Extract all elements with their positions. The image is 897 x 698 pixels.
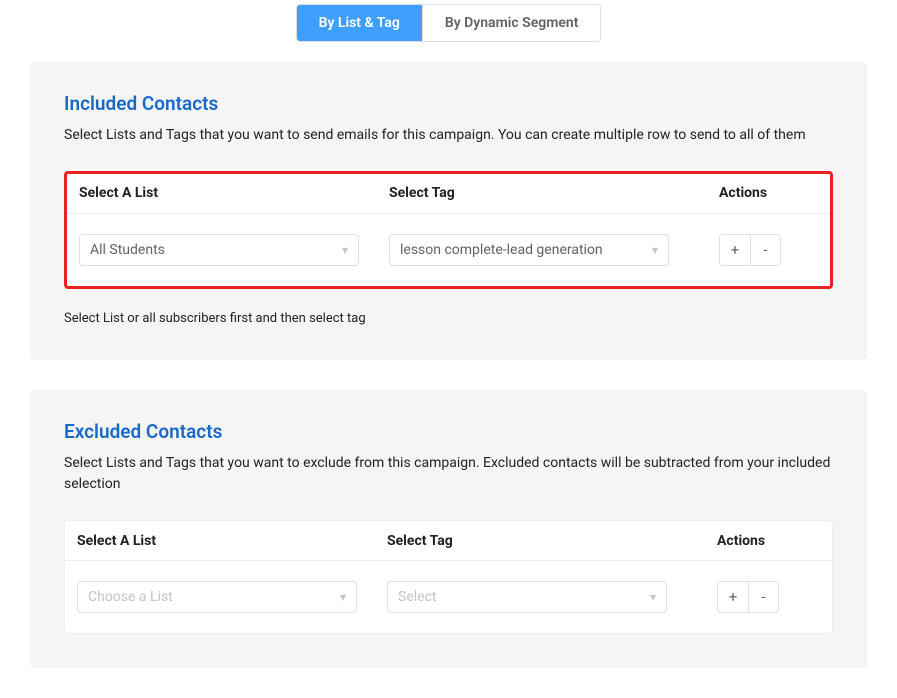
- included-description: Select Lists and Tags that you want to s…: [64, 125, 833, 147]
- list-select-value: All Students: [90, 242, 165, 258]
- excluded-contacts-panel: Excluded Contacts Select Lists and Tags …: [30, 390, 867, 668]
- th-actions: Actions: [719, 185, 818, 201]
- excluded-title: Excluded Contacts: [64, 420, 833, 443]
- included-hint: Select List or all subscribers first and…: [64, 311, 833, 326]
- chevron-down-icon: ▾: [340, 590, 346, 604]
- row-actions: + -: [719, 234, 781, 266]
- th-actions: Actions: [717, 533, 820, 549]
- tab-by-dynamic-segment[interactable]: By Dynamic Segment: [422, 5, 601, 41]
- tab-by-list-tag[interactable]: By List & Tag: [297, 5, 422, 41]
- add-row-button[interactable]: +: [718, 582, 748, 612]
- tabs: By List & Tag By Dynamic Segment: [296, 4, 602, 42]
- list-select[interactable]: Choose a List ▾: [77, 581, 357, 613]
- th-select-list: Select A List: [79, 185, 389, 201]
- table-header: Select A List Select Tag Actions: [67, 174, 830, 214]
- table-row: Choose a List ▾ Select ▾ + -: [65, 561, 832, 633]
- remove-row-button[interactable]: -: [750, 235, 780, 265]
- add-row-button[interactable]: +: [720, 235, 750, 265]
- tag-select[interactable]: lesson complete-lead generation ▾: [389, 234, 669, 266]
- remove-row-button[interactable]: -: [748, 582, 778, 612]
- tag-select-placeholder: Select: [398, 589, 436, 605]
- included-table: Select A List Select Tag Actions All Stu…: [64, 171, 833, 289]
- th-select-tag: Select Tag: [387, 533, 717, 549]
- table-row: All Students ▾ lesson complete-lead gene…: [67, 214, 830, 286]
- th-select-list: Select A List: [77, 533, 387, 549]
- th-select-tag: Select Tag: [389, 185, 719, 201]
- table-header: Select A List Select Tag Actions: [65, 521, 832, 561]
- chevron-down-icon: ▾: [342, 243, 348, 257]
- included-contacts-panel: Included Contacts Select Lists and Tags …: [30, 62, 867, 360]
- excluded-description: Select Lists and Tags that you want to e…: [64, 453, 833, 496]
- tag-select[interactable]: Select ▾: [387, 581, 667, 613]
- list-select[interactable]: All Students ▾: [79, 234, 359, 266]
- chevron-down-icon: ▾: [652, 243, 658, 257]
- list-select-placeholder: Choose a List: [88, 589, 173, 605]
- chevron-down-icon: ▾: [650, 590, 656, 604]
- tab-row: By List & Tag By Dynamic Segment: [0, 4, 897, 42]
- excluded-table: Select A List Select Tag Actions Choose …: [64, 520, 833, 634]
- row-actions: + -: [717, 581, 779, 613]
- tag-select-value: lesson complete-lead generation: [400, 242, 603, 258]
- included-title: Included Contacts: [64, 92, 833, 115]
